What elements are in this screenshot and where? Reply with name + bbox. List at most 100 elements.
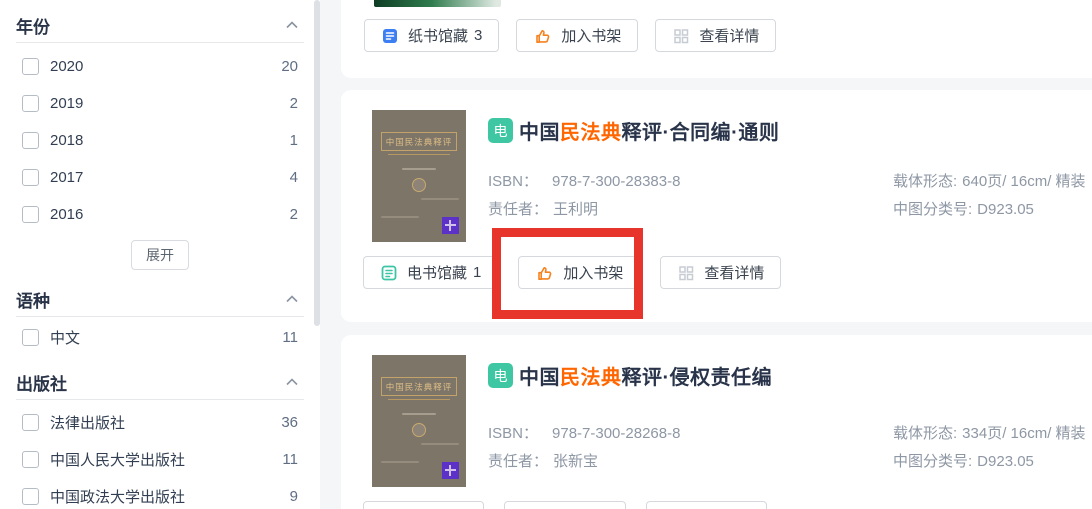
author-value: 王利明	[553, 201, 598, 218]
cover-decoration	[421, 198, 459, 200]
title-text: 释评·合同编·通则	[622, 122, 780, 144]
filter-row-2019[interactable]: 2019 2	[22, 85, 298, 122]
carrier-label: 载体形态:	[893, 425, 957, 442]
book-cover[interactable]: 中国民法典释评	[372, 110, 466, 242]
filter-label: 法律出版社	[50, 412, 125, 433]
checkbox[interactable]	[22, 414, 39, 431]
chevron-up-icon[interactable]	[286, 21, 298, 29]
action-button-row: 纸书馆藏 3 加入书架 查看详情	[364, 19, 776, 52]
book-title[interactable]: 中国民法典释评·侵权责任编	[519, 361, 772, 390]
classification-row: 中图分类号:D923.05	[893, 198, 1034, 219]
filter-row-publisher-1[interactable]: 法律出版社 36	[22, 404, 298, 441]
checkbox[interactable]	[22, 451, 39, 468]
cover-seal	[412, 178, 426, 192]
title-highlight: 民法典	[560, 122, 622, 144]
checkbox[interactable]	[22, 329, 39, 346]
filter-section-language-header[interactable]: 语种	[16, 282, 298, 316]
book-cover[interactable]: 中国民法典释评	[372, 355, 466, 487]
add-to-shelf-button[interactable]: 加入书架	[504, 501, 626, 509]
filter-count: 36	[281, 414, 298, 431]
cover-decoration	[402, 413, 436, 415]
chevron-up-icon[interactable]	[286, 295, 298, 303]
button-label: 查看详情	[704, 262, 764, 283]
isbn-value: 978-7-300-28268-8	[552, 425, 680, 442]
isbn-row: ISBN： 978-7-300-28268-8	[488, 422, 680, 443]
ebook-badge: 电	[488, 118, 513, 143]
cover-decoration	[388, 154, 450, 155]
filter-row-2020[interactable]: 2020 20	[22, 48, 298, 85]
cover-seal	[412, 423, 426, 437]
view-details-button[interactable]: 查看详情	[646, 501, 767, 509]
add-to-shelf-button[interactable]: 加入书架	[518, 256, 640, 289]
publisher-logo	[442, 217, 459, 234]
filter-section-publisher-header[interactable]: 出版社	[16, 365, 298, 399]
checkbox[interactable]	[22, 169, 39, 186]
chevron-up-icon[interactable]	[286, 378, 298, 386]
filter-row-2016[interactable]: 2016 2	[22, 196, 298, 233]
book-title[interactable]: 中国民法典释评·合同编·通则	[519, 116, 779, 145]
isbn-row: ISBN：978-7-300-28383-8	[488, 170, 680, 191]
filter-row-2017[interactable]: 2017 4	[22, 159, 298, 196]
thumb-up-icon	[533, 26, 552, 45]
carrier-label: 载体形态:	[893, 173, 957, 190]
filter-label: 2019	[50, 95, 83, 112]
filter-row-2018[interactable]: 2018 1	[22, 122, 298, 159]
title-text: 中国	[519, 122, 560, 144]
filter-count: 4	[290, 169, 298, 186]
class-label: 中图分类号:	[893, 201, 972, 218]
section-title: 语种	[16, 287, 50, 312]
button-label: 加入书架	[561, 25, 621, 46]
button-label: 电书馆藏	[407, 262, 467, 283]
author-row: 责任者：王利明	[488, 198, 598, 219]
isbn-value: 978-7-300-28383-8	[552, 173, 680, 190]
view-details-button[interactable]: 查看详情	[655, 19, 776, 52]
result-card-top: 纸书馆藏 3 加入书架 查看详情	[341, 0, 1092, 78]
divider	[16, 316, 304, 317]
checkbox[interactable]	[22, 132, 39, 149]
button-count: 1	[473, 264, 481, 281]
carrier-value: 334页/ 16cm/ 精装	[962, 425, 1085, 442]
book-cover-edge	[374, 0, 501, 7]
classification-row: 中图分类号:D923.05	[893, 450, 1034, 471]
paper-holdings-button[interactable]: 纸书馆藏 3	[364, 19, 499, 52]
result-card-tort: 中国民法典释评 电 中国民法典释评·侵权责任编 ISBN：978-7-300-2…	[341, 335, 1092, 509]
author-row: 责任者：张新宝	[488, 450, 598, 471]
divider	[16, 399, 304, 400]
button-count: 3	[474, 27, 482, 44]
expand-button[interactable]: 展开	[131, 240, 189, 270]
filter-count: 2	[290, 206, 298, 223]
author-value: 张新宝	[553, 453, 598, 470]
filter-count: 1	[290, 132, 298, 149]
title-text: 释评·侵权责任编	[622, 367, 773, 389]
filter-row-publisher-3[interactable]: 中国政法大学出版社 9	[22, 478, 298, 509]
ebook-holdings-button[interactable]: 电书馆藏 1	[363, 256, 498, 289]
button-label: 加入书架	[563, 262, 623, 283]
checkbox[interactable]	[22, 488, 39, 505]
checkbox[interactable]	[22, 206, 39, 223]
title-text: 中国	[519, 367, 560, 389]
checkbox[interactable]	[22, 58, 39, 75]
section-title: 出版社	[16, 370, 67, 395]
filter-label: 中国政法大学出版社	[50, 486, 185, 507]
filter-row-publisher-2[interactable]: 中国人民大学出版社 11	[22, 441, 298, 478]
filter-label: 中国人民大学出版社	[50, 449, 185, 470]
isbn-label: ISBN：	[488, 425, 538, 442]
cover-decoration	[388, 399, 450, 400]
ebook-holdings-button[interactable]: 电书馆藏	[363, 501, 484, 509]
grid-icon	[677, 264, 695, 282]
filter-section-year-header[interactable]: 年份	[16, 8, 298, 42]
view-details-button[interactable]: 查看详情	[660, 256, 781, 289]
result-card-contract: 中国民法典释评 电 中国民法典释评·合同编·通则 ISBN：978-7-300-…	[341, 90, 1092, 322]
add-to-shelf-button[interactable]: 加入书架	[516, 19, 638, 52]
filter-row-chinese[interactable]: 中文 11	[22, 319, 298, 356]
cover-decoration	[381, 461, 419, 463]
divider	[16, 42, 304, 43]
checkbox[interactable]	[22, 95, 39, 112]
cover-title: 中国民法典释评	[381, 377, 457, 396]
action-button-row: 电书馆藏 加入书架 查看详情	[363, 501, 767, 509]
filter-label: 2018	[50, 132, 83, 149]
section-title: 年份	[16, 13, 50, 38]
filter-label: 2020	[50, 58, 83, 75]
class-label: 中图分类号:	[893, 453, 972, 470]
button-label: 纸书馆藏	[408, 25, 468, 46]
